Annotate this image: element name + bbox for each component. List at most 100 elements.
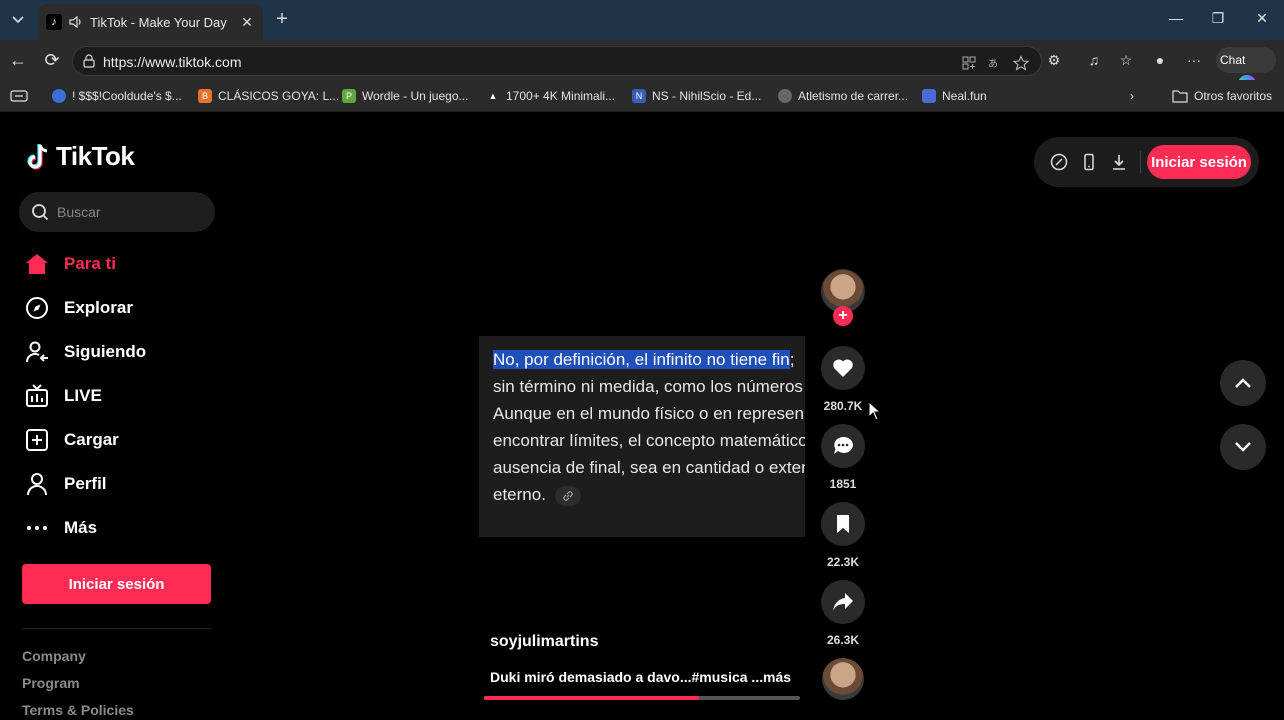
next-video-button[interactable]: [1220, 424, 1266, 470]
sidebar-item-siguiendo[interactable]: Siguiendo: [24, 337, 146, 367]
video-author[interactable]: soyjulimartins: [490, 633, 598, 651]
upload-icon: [24, 427, 50, 453]
link-icon[interactable]: [554, 485, 581, 506]
bookmark-favicon-icon: ▲: [488, 91, 498, 101]
caption-more-button[interactable]: más: [763, 669, 791, 685]
chevron-down-icon: [1235, 442, 1251, 452]
follow-plus-icon[interactable]: +: [833, 306, 853, 326]
bookmark-favicon-icon: [52, 89, 66, 103]
sidebar-item-explorar[interactable]: Explorar: [24, 293, 133, 323]
like-button[interactable]: [821, 346, 865, 390]
save-button[interactable]: [821, 502, 865, 546]
bookmark-favicon-icon: N: [632, 89, 646, 103]
heart-icon: [833, 359, 853, 377]
close-window-icon[interactable]: ✕: [1252, 10, 1272, 30]
app-available-icon[interactable]: [961, 55, 977, 71]
video-player[interactable]: No, por definición, el infinito no tiene…: [479, 336, 805, 537]
new-tab-button[interactable]: +: [272, 9, 292, 30]
settings-more-icon[interactable]: ···: [1184, 50, 1204, 70]
previous-video-button[interactable]: [1220, 360, 1266, 406]
restore-icon[interactable]: ❐: [1208, 10, 1228, 30]
music-disc-avatar[interactable]: [822, 658, 864, 700]
bookmark-item[interactable]: Atletismo de carrer...: [778, 88, 908, 104]
video-text-line: encontrar límites, el concepto matemátic…: [493, 431, 805, 450]
extensions-icon[interactable]: ⚙: [1044, 50, 1064, 70]
header-separator: [1140, 151, 1141, 173]
selected-text: No, por definición, el infinito no tiene…: [493, 350, 790, 369]
share-count: 26.3K: [826, 633, 860, 647]
sidebar-item-cargar[interactable]: Cargar: [24, 425, 119, 455]
profile-icon: [24, 471, 50, 497]
live-icon: [24, 383, 50, 409]
bookmark-item[interactable]: P Wordle - Un juego...: [342, 88, 469, 104]
bookmark-favicon-icon: B: [198, 89, 212, 103]
tab-actions-chevron-icon[interactable]: [6, 8, 30, 32]
logo-text: TikTok: [56, 141, 135, 171]
search-icon: [32, 204, 49, 221]
bookmark-item[interactable]: N NS - NihilScio - Ed...: [632, 88, 761, 104]
video-progress-bar[interactable]: [484, 696, 800, 700]
share-button[interactable]: [821, 580, 865, 624]
footer-link-terms[interactable]: Terms & Policies: [22, 702, 134, 718]
sidebar-item-perfil[interactable]: Perfil: [24, 469, 107, 499]
tiktok-logo[interactable]: TikTok: [26, 141, 135, 172]
url-text: https://www.tiktok.com: [103, 54, 242, 70]
bookmark-item[interactable]: B CLÁSICOS GOYA: L...: [198, 88, 339, 104]
sidebar-item-live[interactable]: LIVE: [24, 381, 102, 411]
browser-tab-active[interactable]: ♪ TikTok - Make Your Day ✕: [38, 4, 263, 40]
like-count: 280.7K: [823, 399, 863, 413]
compass-icon: [24, 295, 50, 321]
translate-icon[interactable]: あ: [987, 55, 1003, 71]
speaker-icon[interactable]: [68, 14, 84, 30]
video-text-line: sin término ni medida, como los números: [493, 377, 803, 396]
site-info-icon[interactable]: [82, 54, 96, 68]
folder-icon: [1172, 90, 1188, 103]
copilot-chat-button[interactable]: Chat: [1216, 47, 1276, 93]
bookmarks-menu-icon[interactable]: [10, 88, 28, 104]
more-icon: [24, 515, 50, 541]
login-button-header[interactable]: Iniciar sesión: [1147, 145, 1251, 179]
reload-icon[interactable]: ⟳: [42, 50, 62, 70]
video-progress-fill: [484, 696, 699, 700]
sidebar-item-para-ti[interactable]: Para ti: [24, 249, 116, 279]
tiktok-page: TikTok Buscar Para ti Explorar Siguiendo…: [4, 113, 1284, 720]
address-bar[interactable]: https://www.tiktok.com あ: [72, 46, 1042, 76]
download-icon[interactable]: [1110, 153, 1128, 171]
tab-close-icon[interactable]: ✕: [239, 14, 255, 30]
comment-button[interactable]: [821, 424, 865, 468]
favorite-star-icon[interactable]: [1013, 55, 1029, 71]
footer-link-company[interactable]: Company: [22, 648, 86, 664]
bookmark-favicon-icon: [778, 89, 792, 103]
other-favorites[interactable]: Otros favoritos: [1172, 88, 1272, 104]
video-text-line: eterno.: [493, 485, 581, 506]
video-text-line: No, por definición, el infinito no tiene…: [493, 350, 795, 369]
bookmark-item[interactable]: Neal.fun: [922, 88, 987, 104]
profile-avatar-icon[interactable]: ●: [1150, 50, 1170, 70]
bookmarks-bar: ! $$$!Cooldude's $... B CLÁSICOS GOYA: L.…: [0, 80, 1284, 112]
music-icon[interactable]: ♫: [1084, 50, 1104, 70]
sidebar-item-mas[interactable]: Más: [24, 513, 97, 543]
bookmarks-overflow-chevron-icon[interactable]: ›: [1130, 88, 1134, 104]
bookmark-item[interactable]: ! $$$!Cooldude's $...: [52, 88, 182, 104]
bookmark-icon: [837, 515, 849, 533]
favorites-icon[interactable]: ☆: [1116, 50, 1136, 70]
bookmark-favicon-icon: P: [342, 89, 356, 103]
comment-icon: [834, 436, 853, 454]
svg-text:あ: あ: [988, 58, 998, 70]
footer-link-program[interactable]: Program: [22, 675, 80, 691]
save-count: 22.3K: [826, 555, 860, 569]
coins-icon[interactable]: [1050, 153, 1068, 171]
search-input[interactable]: Buscar: [19, 192, 215, 232]
copilot-label: Chat: [1220, 53, 1246, 67]
chevron-up-icon: [1235, 378, 1251, 388]
search-placeholder: Buscar: [57, 204, 101, 220]
mouse-cursor-icon: [868, 401, 882, 421]
mobile-app-icon[interactable]: [1080, 153, 1098, 171]
bookmark-item[interactable]: ▲ 1700+ 4K Minimali...: [486, 88, 616, 104]
browser-tabstrip: ♪ TikTok - Make Your Day ✕ + — ❐ ✕: [0, 0, 1284, 40]
back-arrow-icon[interactable]: ←: [8, 50, 28, 70]
login-button-sidebar[interactable]: Iniciar sesión: [22, 564, 211, 604]
comment-count: 1851: [829, 477, 857, 491]
minimize-icon[interactable]: —: [1166, 10, 1186, 30]
sidebar-divider: [22, 628, 212, 629]
